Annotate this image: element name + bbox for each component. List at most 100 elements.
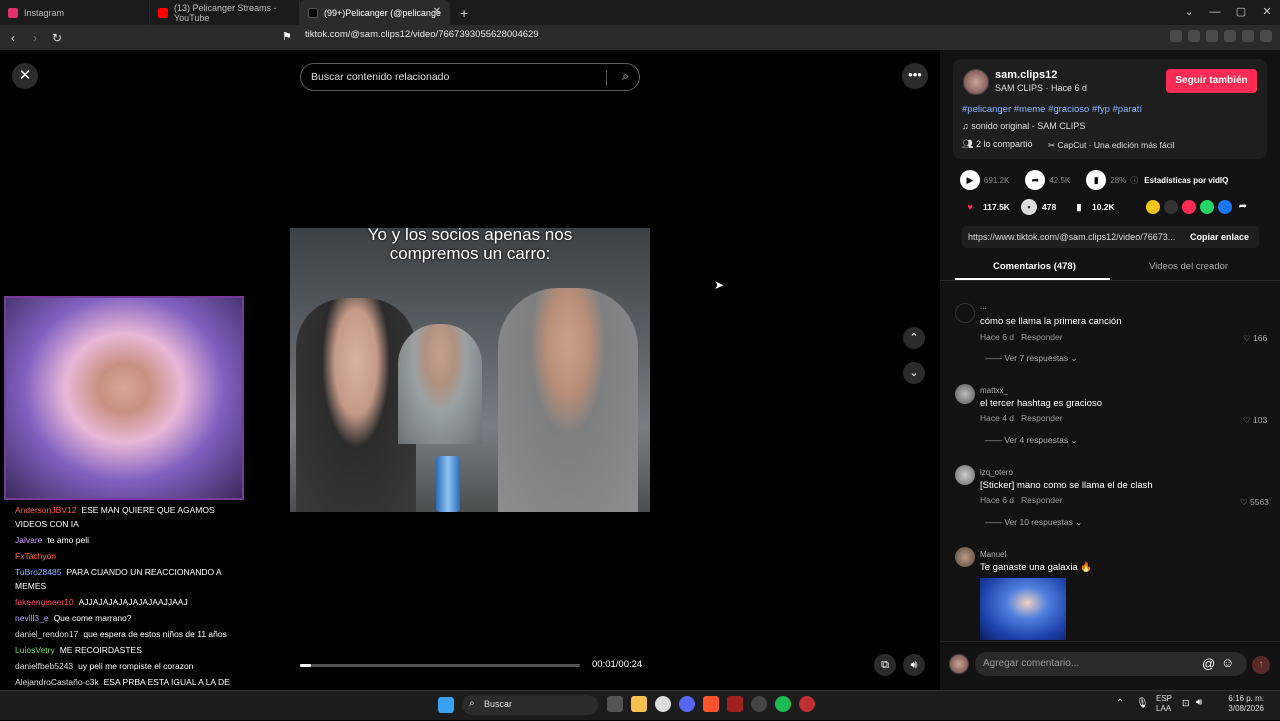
chat-username[interactable]: daniel_rendon17 xyxy=(15,629,78,639)
clock[interactable]: 6:16 p. m. 3/08/2026 xyxy=(1228,694,1264,714)
close-window-button[interactable]: ✕ xyxy=(1254,0,1280,25)
my-avatar[interactable] xyxy=(949,654,969,674)
author-avatar[interactable] xyxy=(963,69,989,95)
author-username[interactable]: sam.clips12 xyxy=(995,69,1057,81)
maximize-button[interactable]: ▢ xyxy=(1228,0,1254,25)
send-icon[interactable] xyxy=(1182,200,1196,214)
reply-button[interactable]: Responder xyxy=(1021,495,1063,505)
view-replies[interactable]: —— Ver 10 respuestas ⌄ xyxy=(985,517,1082,528)
tab-tiktok[interactable]: (99+)Pelicanger (@pelicange ✕ xyxy=(300,0,450,25)
sound-row[interactable]: ♫ sonido original - SAM CLIPS xyxy=(962,121,1085,131)
network-icon[interactable]: ⊡ xyxy=(1182,698,1190,709)
extension-icon[interactable] xyxy=(1242,30,1254,42)
minimize-button[interactable]: — xyxy=(1202,0,1228,25)
chat-username[interactable]: danielfbeb5243 xyxy=(15,661,73,671)
commenter-avatar[interactable] xyxy=(955,465,975,485)
commenter-name[interactable]: izq_otero xyxy=(980,468,1013,477)
follow-button[interactable]: Seguir también xyxy=(1166,69,1257,93)
commenter-avatar[interactable] xyxy=(955,384,975,404)
bookmark-icon[interactable]: ⚑ xyxy=(282,30,292,43)
chat-username[interactable]: LuiosVetry xyxy=(15,645,55,655)
search-icon[interactable]: ⌕ xyxy=(622,69,629,84)
comment-sticker-image[interactable] xyxy=(980,578,1066,640)
new-tab-button[interactable]: + xyxy=(460,5,468,21)
post-link[interactable]: https://www.tiktok.com/@sam.clips12/vide… xyxy=(968,232,1178,242)
menu-icon[interactable] xyxy=(1260,30,1272,42)
tab-creator-videos[interactable]: Videos del creador xyxy=(1149,261,1228,272)
language-indicator[interactable]: ESP LAA xyxy=(1156,694,1172,714)
tray-chevron-icon[interactable]: ⌃ xyxy=(1116,698,1124,709)
embed-icon[interactable] xyxy=(1164,200,1178,214)
reply-button[interactable]: Responder xyxy=(1021,332,1063,342)
comment-button[interactable]: • 478 xyxy=(1021,199,1056,215)
next-video-button[interactable]: ⌄ xyxy=(903,362,925,384)
copy-link-button[interactable]: Copiar enlace xyxy=(1190,232,1249,242)
view-replies[interactable]: —— Ver 4 respuestas ⌄ xyxy=(985,435,1078,446)
chat-username[interactable]: FxTachyon xyxy=(15,551,56,561)
github-icon[interactable] xyxy=(655,696,671,712)
forward-icon[interactable]: › xyxy=(26,31,44,45)
extension-icon[interactable] xyxy=(1224,30,1236,42)
app-icon[interactable] xyxy=(799,696,815,712)
search-input[interactable]: Buscar contenido relacionado ⌕ xyxy=(300,63,640,91)
obs-icon[interactable] xyxy=(751,696,767,712)
comment-likes[interactable]: ♡ 166 xyxy=(1243,333,1267,344)
speaker-icon[interactable]: 🔊︎ xyxy=(1196,697,1202,708)
pip-button[interactable]: ⧉ xyxy=(874,654,896,676)
chat-username[interactable]: AlejandroCastaño-c3k xyxy=(15,677,99,687)
stats-label[interactable]: Estadísticas por vidIQ xyxy=(1144,176,1228,185)
whatsapp-icon[interactable] xyxy=(1200,200,1214,214)
back-icon[interactable]: ‹ xyxy=(4,31,22,45)
extension-icon[interactable] xyxy=(1188,30,1200,42)
discord-icon[interactable] xyxy=(679,696,695,712)
facebook-icon[interactable] xyxy=(1218,200,1232,214)
voicemeeter-icon[interactable] xyxy=(727,696,743,712)
commenter-name[interactable]: ... xyxy=(980,302,987,311)
comment-likes[interactable]: ♡ 5563 xyxy=(1240,497,1269,508)
mention-icon[interactable]: @ xyxy=(1202,656,1215,671)
video-frame[interactable] xyxy=(290,228,650,512)
previous-video-button[interactable]: ⌃ xyxy=(903,327,925,349)
commenter-avatar[interactable] xyxy=(955,547,975,567)
file-explorer-icon[interactable] xyxy=(631,696,647,712)
video-progress-bar[interactable] xyxy=(300,664,580,667)
windows-start-icon[interactable] xyxy=(438,697,454,713)
tab-comments[interactable]: Comentarios (478) xyxy=(993,261,1076,272)
emoji-icon[interactable]: ☺ xyxy=(1221,655,1234,670)
close-viewer-button[interactable]: ✕ xyxy=(12,63,38,89)
capcut-link[interactable]: ✂ CapCut · Una edición más fácil xyxy=(1048,140,1175,151)
task-view-icon[interactable] xyxy=(607,696,623,712)
extension-icon[interactable] xyxy=(1206,30,1218,42)
taskbar-search[interactable]: ⌕ Buscar xyxy=(462,695,598,715)
chat-username[interactable]: Jalvare xyxy=(15,535,42,545)
lang-code: ESP xyxy=(1156,694,1173,703)
reply-button[interactable]: Responder xyxy=(1021,413,1063,423)
comment-likes[interactable]: ♡ 103 xyxy=(1243,415,1267,426)
spotify-icon[interactable] xyxy=(775,696,791,712)
tab-youtube[interactable]: (13) Pelicanger Streams - YouTube xyxy=(150,0,300,25)
commenter-name[interactable]: Manuel xyxy=(980,550,1006,559)
hashtags[interactable]: #pelicanger #meme #gracioso #fyp #paratí xyxy=(962,104,1142,115)
chat-username[interactable]: TuBro28485 xyxy=(15,567,61,577)
tab-instagram[interactable]: Instagram xyxy=(0,0,150,25)
brave-icon[interactable] xyxy=(703,696,719,712)
more-options-button[interactable]: ••• xyxy=(902,63,928,89)
reload-icon[interactable]: ↻ xyxy=(48,31,66,45)
extension-icon[interactable] xyxy=(1170,30,1182,42)
close-tab-icon[interactable]: ✕ xyxy=(433,6,441,17)
chat-username[interactable]: AndersonJBV12 xyxy=(15,505,76,515)
like-button[interactable]: ♥ 117.5K xyxy=(962,199,1010,215)
coin-icon[interactable] xyxy=(1146,200,1160,214)
share-more-icon[interactable]: ➦ xyxy=(1236,200,1250,214)
commenter-avatar[interactable] xyxy=(955,303,975,323)
chat-username[interactable]: nevill3_e xyxy=(15,613,49,623)
send-comment-button[interactable]: ↑ xyxy=(1252,656,1270,674)
chat-username[interactable]: fakeengineer10 xyxy=(15,597,74,607)
mic-icon[interactable]: 🎙︎ xyxy=(1136,698,1149,709)
commenter-name[interactable]: mattxx_ xyxy=(980,386,1008,395)
tab-list-icon[interactable]: ⌄ xyxy=(1176,0,1202,25)
view-replies[interactable]: —— Ver 7 respuestas ⌄ xyxy=(985,353,1078,364)
volume-button[interactable]: 🔊︎ xyxy=(903,654,925,676)
url-field[interactable]: tiktok.com/@sam.clips12/video/7667393055… xyxy=(305,29,539,40)
save-button[interactable]: ▮ 10.2K xyxy=(1071,199,1115,215)
